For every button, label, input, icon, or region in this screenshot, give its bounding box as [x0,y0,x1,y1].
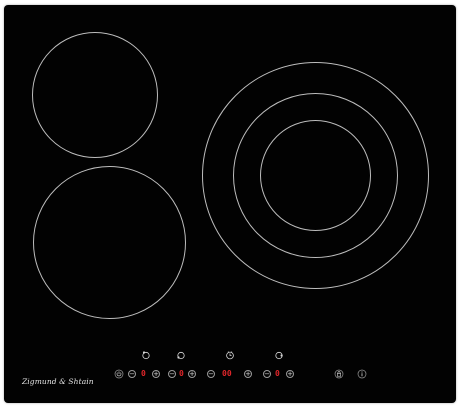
rear-left-zone [32,32,158,158]
zone-2-plus-button[interactable]: + [188,370,196,378]
zone-selector-icon[interactable] [274,350,284,360]
zone-3-plus-button[interactable]: + [286,370,294,378]
zone-2-minus-button[interactable]: − [168,370,176,378]
clock-icon[interactable] [225,350,235,360]
timer-display: 00 [222,369,232,378]
lock-icon[interactable] [334,369,344,379]
front-left-zone [33,166,186,319]
timer-plus-button[interactable]: + [244,370,252,378]
right-zone-inner-ring [260,120,371,231]
induction-hob: − 0 + − 0 + − 00 + − 0 + Zigmund & Shtai… [4,5,456,403]
zone-2-level-display: 0 [179,369,184,378]
zone-1-minus-button[interactable]: − [128,370,136,378]
info-icon[interactable] [357,369,367,379]
zone-1-plus-button[interactable]: + [152,370,160,378]
timer-minus-button[interactable]: − [207,370,215,378]
zone-3-minus-button[interactable]: − [263,370,271,378]
zone-3-level-display: 0 [275,369,280,378]
zone-1-level-display: 0 [141,369,146,378]
zone-selector-icon[interactable] [141,350,151,360]
brand-logo: Zigmund & Shtain [22,377,94,386]
zone-selector-icon[interactable] [176,350,186,360]
power-icon[interactable] [114,369,124,379]
